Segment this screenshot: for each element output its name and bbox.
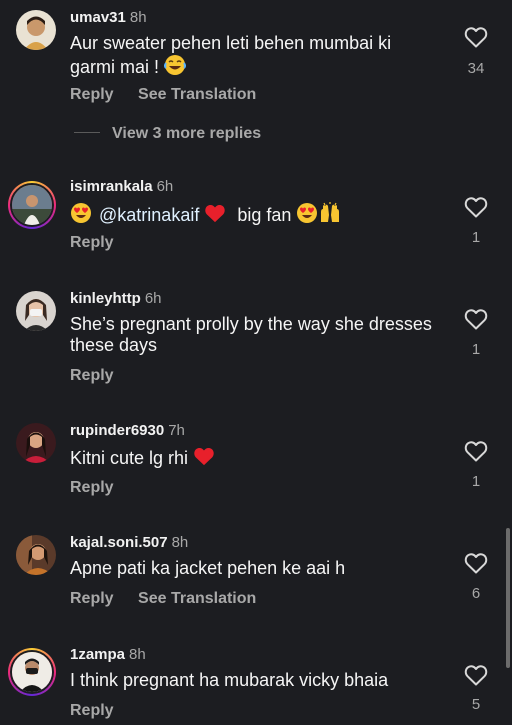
comment-meta: isimrankala 6h [70, 178, 173, 196]
like-button[interactable] [463, 664, 489, 686]
username[interactable]: 1zampa [70, 646, 125, 663]
comment-actions: Reply [70, 367, 134, 385]
comment-body: Aur sweater pehen leti behen mumbai ki g… [70, 33, 392, 77]
comment-actions: Reply See Translation [70, 590, 276, 608]
comment-text: I think pregnant ha mubarak vicky bhaia [70, 670, 389, 690]
avatar[interactable] [16, 535, 56, 575]
heart-eyes-emoji [70, 202, 92, 229]
heart-outline-icon [464, 197, 488, 218]
reply-button[interactable]: Reply [70, 367, 114, 384]
avatar[interactable] [8, 648, 56, 696]
see-translation-button[interactable]: See Translation [138, 86, 256, 103]
comment-meta: kinleyhttp 6h [70, 290, 162, 308]
timestamp: 8h [129, 646, 146, 663]
heart-outline-icon [464, 27, 488, 48]
reply-button[interactable]: Reply [70, 479, 114, 496]
timestamp: 6h [144, 290, 162, 307]
avatar-image [10, 650, 54, 694]
heart-eyes-emoji [296, 202, 318, 229]
comment-meta: rupinder6930 7h [70, 422, 185, 440]
view-more-replies-label: View 3 more replies [112, 125, 262, 142]
username[interactable]: isimrankala [70, 178, 153, 195]
avatar[interactable] [16, 10, 56, 50]
comment-actions: Reply [70, 234, 134, 252]
username[interactable]: kinleyhttp [70, 290, 141, 307]
avatar[interactable] [8, 181, 56, 229]
comment-text: Apne pati ka jacket pehen ke aai h [70, 558, 346, 578]
username[interactable]: kajal.soni.507 [70, 534, 168, 551]
avatar-image [10, 183, 54, 227]
reply-button[interactable]: Reply [70, 86, 114, 103]
view-more-replies-button[interactable]: View 3 more replies [74, 125, 261, 143]
comment-meta: kajal.soni.507 8h [70, 534, 188, 552]
comment-actions: Reply [70, 702, 134, 720]
heart-outline-icon [464, 553, 488, 574]
reply-button[interactable]: Reply [70, 702, 114, 719]
avatar[interactable] [16, 291, 56, 331]
replies-divider [74, 132, 100, 133]
laughing-crying-emoji [164, 54, 187, 81]
like-count: 1 [471, 341, 481, 358]
avatar[interactable] [16, 423, 56, 463]
reply-button[interactable]: Reply [70, 234, 114, 251]
like-button[interactable] [463, 26, 489, 48]
comments-page: umav31 8h Aur sweater pehen leti behen mu… [0, 0, 512, 725]
like-button[interactable] [463, 308, 489, 330]
like-button[interactable] [463, 196, 489, 218]
like-count: 1 [471, 473, 481, 490]
heart-outline-icon [464, 665, 488, 686]
like-count: 6 [471, 585, 481, 602]
like-button[interactable] [463, 552, 489, 574]
comment-text: @katrinakaif big fan [70, 202, 440, 229]
comment-meta: umav31 8h [70, 9, 147, 27]
reply-button[interactable]: Reply [70, 590, 114, 607]
heart-outline-icon [464, 309, 488, 330]
comment-actions: Reply See Translation [70, 86, 276, 104]
comment-body: Kitni cute lg rhi [70, 448, 189, 468]
comment-body: big fan [237, 205, 292, 225]
username[interactable]: umav31 [70, 9, 126, 26]
timestamp: 7h [168, 422, 185, 439]
timestamp: 6h [156, 178, 174, 195]
like-count: 1 [471, 229, 481, 246]
see-translation-button[interactable]: See Translation [138, 590, 256, 607]
scrollbar[interactable] [506, 528, 510, 668]
like-count: 34 [467, 60, 485, 77]
comment-meta: 1zampa 8h [70, 646, 146, 664]
like-count: 5 [471, 696, 481, 713]
timestamp: 8h [129, 9, 147, 26]
comment-actions: Reply [70, 479, 134, 497]
red-heart-emoji [193, 446, 215, 471]
timestamp: 8h [171, 534, 189, 551]
mention-link[interactable]: @katrinakaif [99, 205, 199, 225]
username[interactable]: rupinder6930 [70, 422, 164, 439]
comment-text: Kitni cute lg rhi [70, 446, 440, 471]
red-heart-emoji [204, 203, 226, 228]
like-button[interactable] [463, 440, 489, 462]
comment-text: Aur sweater pehen leti behen mumbai ki g… [70, 33, 440, 81]
raised-hands-emoji [318, 202, 342, 229]
heart-outline-icon [464, 441, 488, 462]
comment-text: She’s pregnant prolly by the way she dre… [70, 314, 432, 355]
